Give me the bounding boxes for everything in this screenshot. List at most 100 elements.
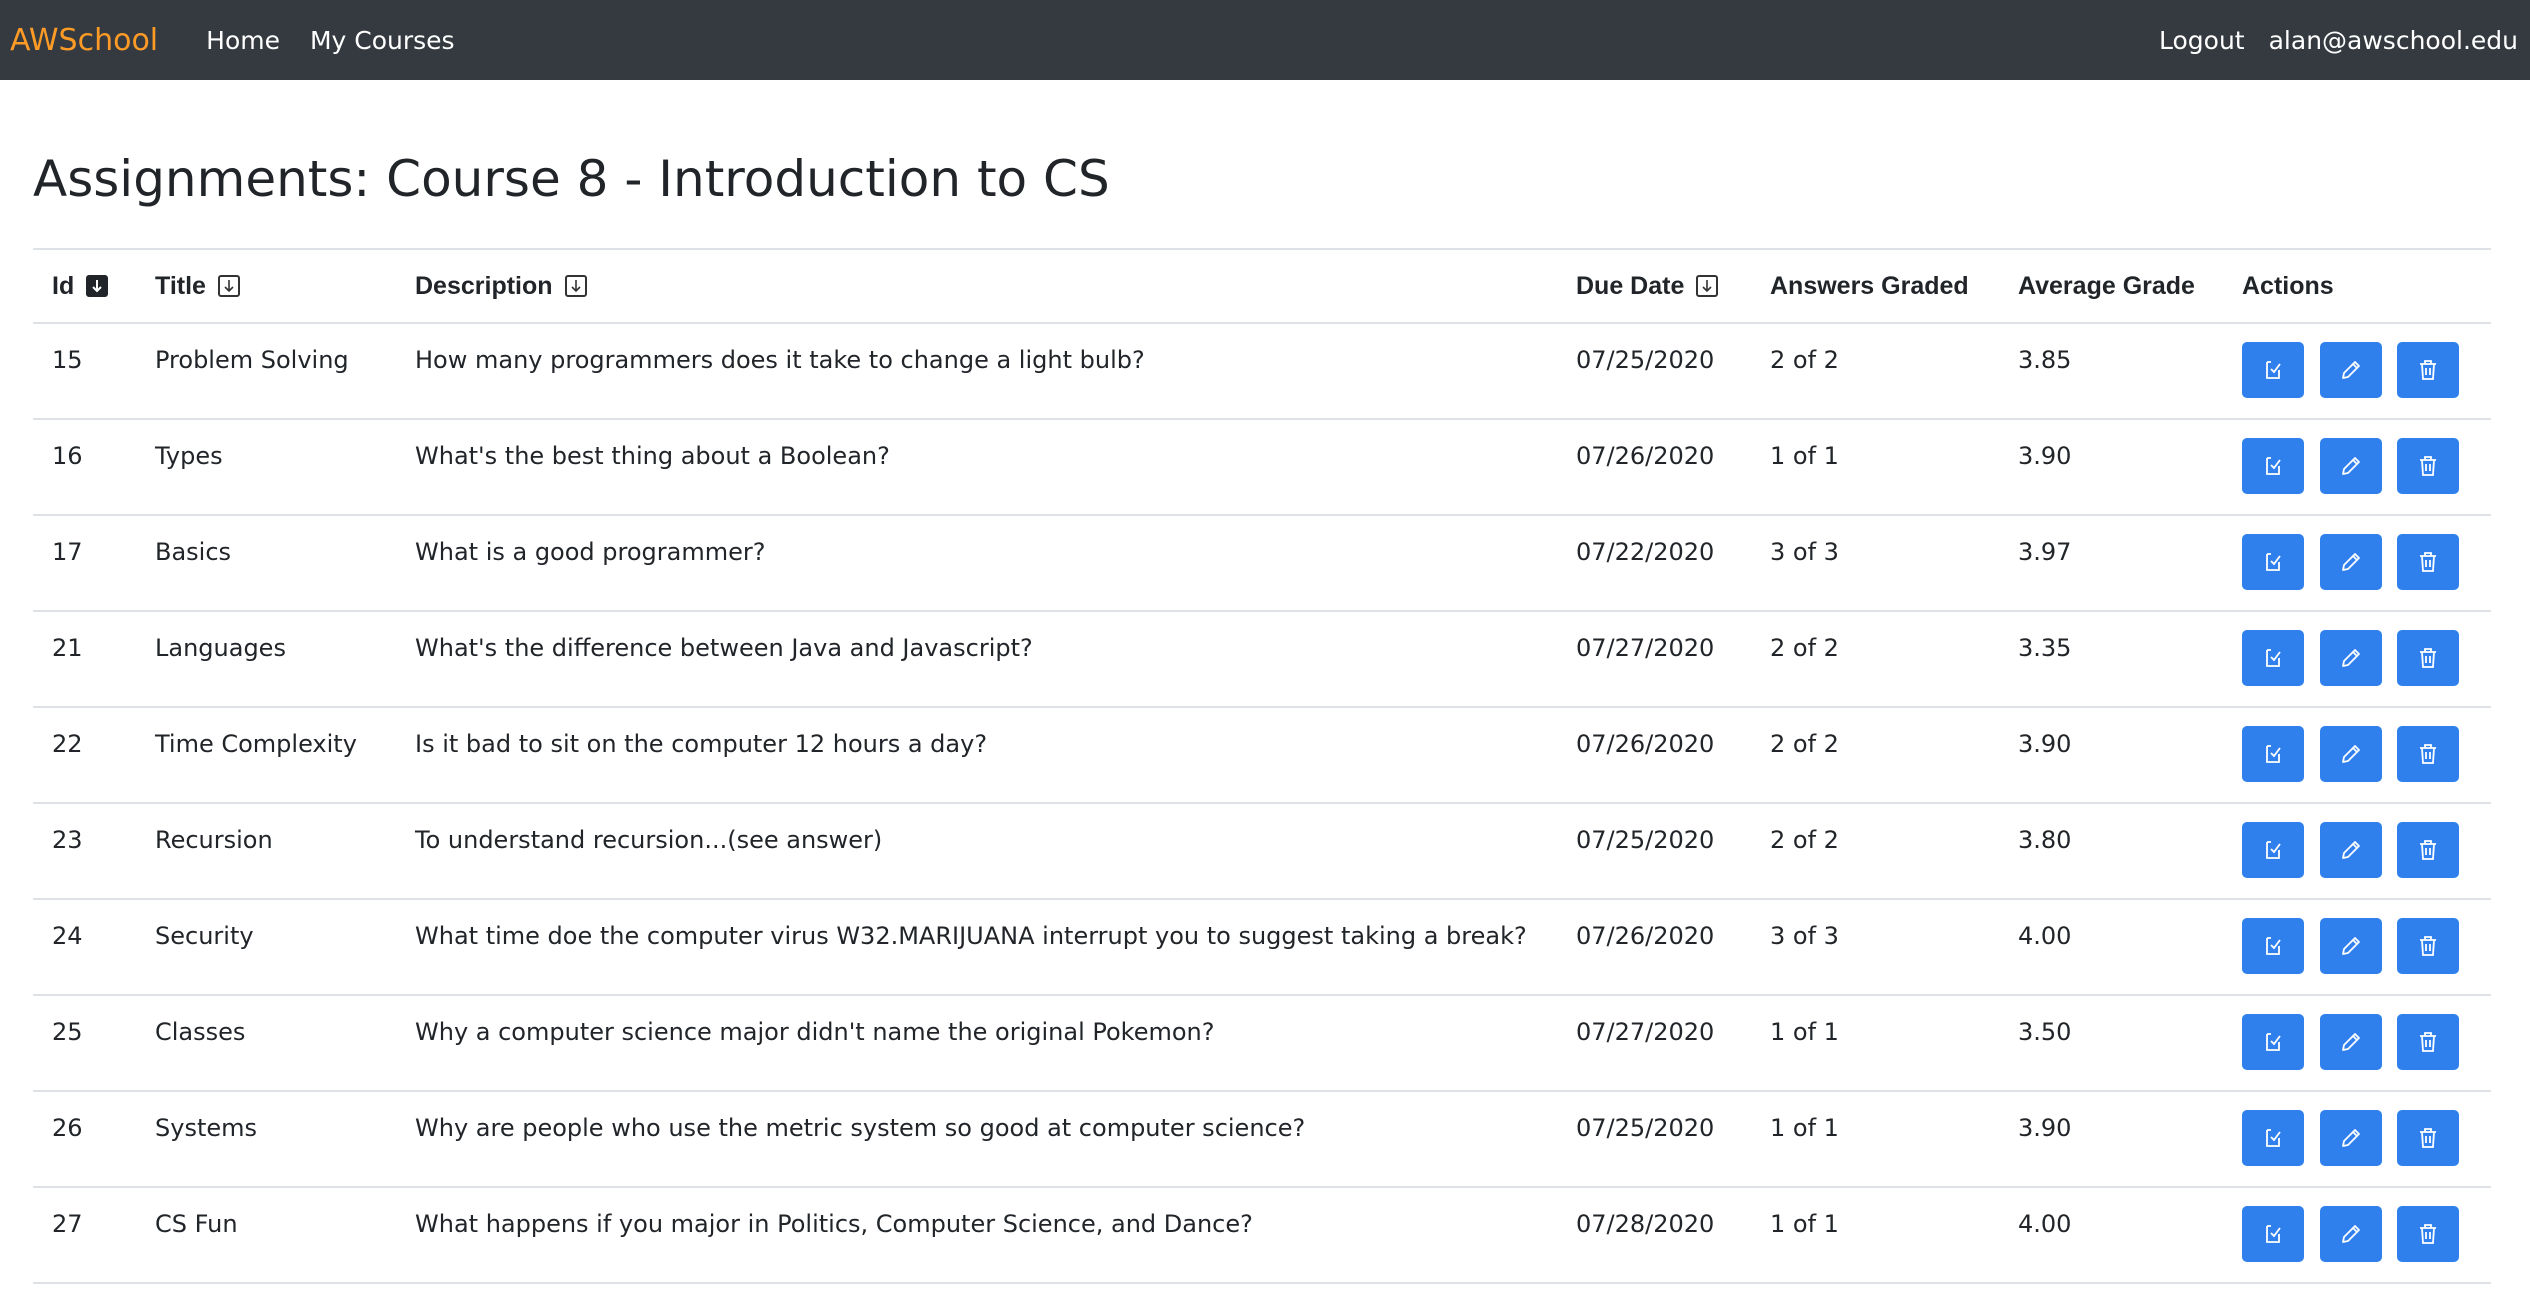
cell-actions [2223, 802, 2491, 899]
grade-button[interactable] [2242, 438, 2304, 494]
trash-icon [2420, 1128, 2437, 1148]
delete-button[interactable] [2397, 918, 2460, 974]
grade-button[interactable] [2242, 1110, 2304, 1166]
cell-actions [2223, 706, 2491, 803]
sort-down-icon[interactable] [1696, 274, 1719, 297]
brand-logo[interactable]: AWSchool [10, 23, 158, 58]
cell-title: Recursion [136, 802, 396, 899]
pencil-icon [2341, 1033, 2360, 1051]
grade-icon [2266, 745, 2281, 763]
cell-title: CS Fun [136, 1186, 396, 1284]
pencil-icon [2341, 457, 2360, 475]
nav-link-my-courses[interactable]: My Courses [310, 26, 455, 55]
edit-button[interactable] [2319, 1110, 2382, 1166]
header-title: Title [136, 248, 396, 324]
cell-average-grade: 3.80 [1999, 802, 2223, 899]
grade-button[interactable] [2242, 630, 2304, 686]
cell-answers-graded: 2 of 2 [1751, 610, 1999, 707]
nav-right: Logout alan@awschool.edu [2135, 0, 2518, 80]
cell-title: Basics [136, 514, 396, 611]
cell-description: What's the best thing about a Boolean? [396, 418, 1557, 515]
cell-id: 21 [33, 610, 136, 707]
cell-answers-graded: 3 of 3 [1751, 514, 1999, 611]
cell-id: 16 [33, 418, 136, 515]
cell-title: Types [136, 418, 396, 515]
cell-answers-graded: 2 of 2 [1751, 322, 1999, 419]
cell-id: 25 [33, 994, 136, 1091]
edit-button[interactable] [2319, 726, 2382, 782]
cell-description: How many programmers does it take to cha… [396, 322, 1557, 419]
delete-button[interactable] [2397, 726, 2460, 782]
edit-button[interactable] [2319, 438, 2382, 494]
cell-description: Is it bad to sit on the computer 12 hour… [396, 706, 1557, 803]
sort-down-icon[interactable] [564, 274, 587, 297]
header-average-grade: Average Grade [1999, 248, 2223, 324]
table-row: 27 CS Fun What happens if you major in P… [33, 1186, 2491, 1284]
edit-button[interactable] [2319, 1014, 2382, 1070]
delete-button[interactable] [2397, 1110, 2460, 1166]
grade-icon [2266, 937, 2281, 955]
cell-due-date: 07/25/2020 [1557, 802, 1751, 899]
cell-id: 22 [33, 706, 136, 803]
cell-id: 26 [33, 1090, 136, 1187]
grade-button[interactable] [2242, 822, 2304, 878]
edit-button[interactable] [2319, 1206, 2382, 1262]
user-email[interactable]: alan@awschool.edu [2269, 26, 2518, 55]
cell-title: Time Complexity [136, 706, 396, 803]
cell-title: Languages [136, 610, 396, 707]
delete-button[interactable] [2397, 1014, 2460, 1070]
edit-button[interactable] [2319, 630, 2382, 686]
grade-button[interactable] [2242, 1206, 2304, 1262]
header-description-label: Description [415, 271, 553, 300]
cell-answers-graded: 1 of 1 [1751, 418, 1999, 515]
cell-average-grade: 3.97 [1999, 514, 2223, 611]
trash-icon [2420, 1032, 2437, 1052]
cell-due-date: 07/26/2020 [1557, 898, 1751, 995]
cell-due-date: 07/25/2020 [1557, 1090, 1751, 1187]
edit-button[interactable] [2319, 534, 2382, 590]
delete-button[interactable] [2397, 342, 2460, 398]
grade-icon [2266, 553, 2281, 571]
cell-description: To understand recursion...(see answer) [396, 802, 1557, 899]
grade-button[interactable] [2242, 726, 2304, 782]
delete-button[interactable] [2397, 534, 2460, 590]
pencil-icon [2341, 553, 2360, 571]
cell-title: Problem Solving [136, 322, 396, 419]
cell-actions [2223, 1090, 2491, 1187]
cell-answers-graded: 3 of 3 [1751, 898, 1999, 995]
table-header-row: Id Title Description Due Date Answers Gr… [33, 248, 2491, 324]
grade-icon [2266, 841, 2281, 859]
edit-button[interactable] [2319, 822, 2382, 878]
cell-actions [2223, 322, 2491, 419]
assignments-table: Id Title Description Due Date Answers Gr… [33, 248, 2491, 1284]
delete-button[interactable] [2397, 822, 2460, 878]
page-title: Assignments: Course 8 - Introduction to … [33, 150, 1110, 208]
cell-actions [2223, 418, 2491, 515]
cell-description: Why a computer science major didn't name… [396, 994, 1557, 1091]
delete-button[interactable] [2397, 438, 2460, 494]
trash-icon [2420, 648, 2437, 668]
trash-icon [2420, 552, 2437, 572]
header-title-label: Title [155, 271, 206, 300]
cell-due-date: 07/27/2020 [1557, 994, 1751, 1091]
cell-answers-graded: 1 of 1 [1751, 994, 1999, 1091]
grade-icon [2266, 1129, 2281, 1147]
pencil-icon [2341, 841, 2360, 859]
logout-link[interactable]: Logout [2159, 26, 2245, 55]
header-description: Description [396, 248, 1557, 324]
sort-down-icon[interactable] [217, 274, 240, 297]
delete-button[interactable] [2397, 1206, 2460, 1262]
nav-link-home[interactable]: Home [206, 26, 280, 55]
sort-down-icon[interactable] [86, 274, 109, 297]
cell-average-grade: 3.85 [1999, 322, 2223, 419]
grade-button[interactable] [2242, 918, 2304, 974]
grade-button[interactable] [2242, 534, 2304, 590]
edit-button[interactable] [2319, 342, 2382, 398]
delete-button[interactable] [2397, 630, 2460, 686]
cell-title: Systems [136, 1090, 396, 1187]
grade-button[interactable] [2242, 1014, 2304, 1070]
cell-description: What happens if you major in Politics, C… [396, 1186, 1557, 1284]
grade-button[interactable] [2242, 342, 2304, 398]
cell-average-grade: 3.90 [1999, 1090, 2223, 1187]
edit-button[interactable] [2319, 918, 2382, 974]
